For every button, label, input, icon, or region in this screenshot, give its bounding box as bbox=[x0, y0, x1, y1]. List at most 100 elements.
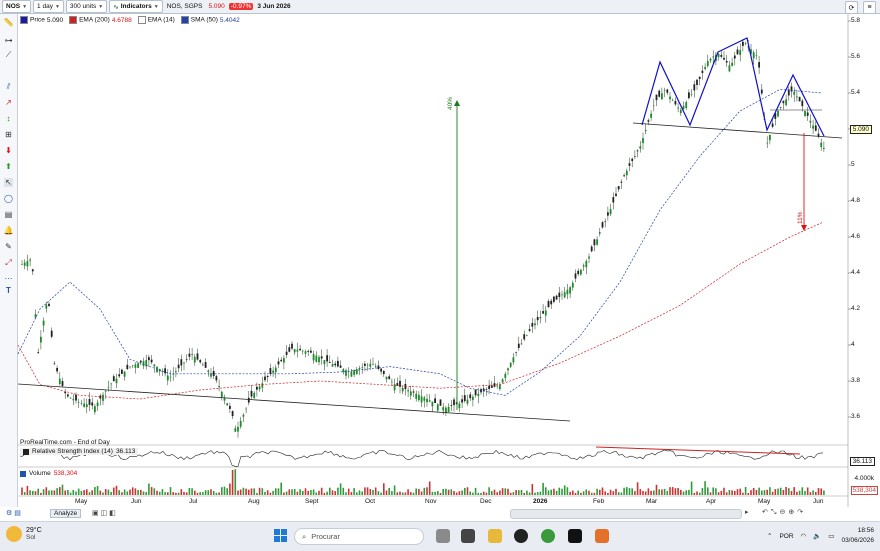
chevron-up-icon[interactable]: ⌃ bbox=[767, 532, 772, 540]
chart-app-icon[interactable] bbox=[595, 529, 609, 543]
x-tick-label: Aug bbox=[248, 498, 260, 505]
candle-body bbox=[369, 363, 372, 367]
pattern-zigzag[interactable] bbox=[641, 37, 825, 137]
volume-bar bbox=[80, 491, 83, 495]
legend-ema200[interactable]: EMA (200) 4.6788 bbox=[69, 16, 132, 24]
windows-start-icon[interactable] bbox=[274, 529, 287, 542]
rsi-swatch-icon bbox=[23, 448, 29, 455]
candle-body bbox=[409, 391, 412, 396]
candle-body bbox=[617, 186, 620, 190]
volume-bar bbox=[204, 490, 207, 495]
volume-bar bbox=[145, 492, 147, 495]
candle-body bbox=[601, 222, 604, 228]
volume-bar bbox=[364, 487, 366, 495]
rsi-divergence-line[interactable] bbox=[595, 446, 801, 455]
task-view-icon[interactable] bbox=[436, 529, 450, 543]
volume-bar bbox=[623, 487, 625, 495]
volume-bar bbox=[272, 490, 274, 495]
volume-bar bbox=[615, 488, 617, 495]
volume-bar bbox=[585, 489, 588, 495]
wifi-icon[interactable]: ◠ bbox=[801, 532, 807, 540]
x-tick-label: May bbox=[75, 498, 88, 505]
legend-sma50[interactable]: SMA (50) 5.4042 bbox=[180, 16, 240, 24]
volume-bar bbox=[223, 486, 226, 495]
file-explorer-icon[interactable] bbox=[488, 529, 502, 543]
candle-body bbox=[725, 60, 728, 63]
volume-bar bbox=[129, 489, 131, 495]
volume-bar bbox=[407, 489, 409, 495]
volume-bar bbox=[569, 491, 571, 495]
chrome-icon[interactable] bbox=[541, 529, 555, 543]
candle-body bbox=[237, 426, 239, 432]
y-tick-label: 5 bbox=[851, 161, 855, 168]
zoom-controls-icon[interactable]: ↶⤡⊖⊕↷ bbox=[762, 508, 806, 517]
volume-legend[interactable]: Volume 538,304 bbox=[20, 470, 77, 477]
chatgpt-icon[interactable] bbox=[514, 529, 528, 543]
volume-bar bbox=[493, 489, 496, 495]
volume-bar bbox=[56, 488, 58, 495]
candle-body bbox=[334, 363, 337, 366]
volume-bar bbox=[458, 491, 461, 495]
volume-bar bbox=[582, 491, 585, 495]
candle-body bbox=[563, 292, 566, 298]
volume-bar bbox=[342, 487, 345, 495]
horizontal-scrollbar[interactable] bbox=[510, 509, 742, 519]
speaker-icon[interactable]: 🔈 bbox=[813, 532, 821, 540]
candle-body bbox=[512, 357, 515, 363]
volume-bar bbox=[288, 489, 291, 495]
prorealtime-icon[interactable] bbox=[568, 529, 582, 543]
candle-body bbox=[75, 394, 77, 401]
volume-bar bbox=[113, 487, 115, 495]
volume-bar bbox=[339, 483, 342, 495]
volume-bar bbox=[723, 487, 725, 495]
volume-bar bbox=[693, 492, 696, 495]
candle-body bbox=[129, 366, 131, 368]
weather-widget[interactable]: 29°C Sol bbox=[6, 526, 42, 542]
y-tick-label: 4.2 bbox=[851, 305, 861, 312]
candle-body bbox=[623, 175, 625, 177]
volume-bar bbox=[48, 490, 50, 495]
volume-bar bbox=[104, 488, 107, 495]
volume-bar bbox=[485, 492, 488, 495]
volume-bar bbox=[466, 487, 469, 495]
volume-bar bbox=[674, 488, 677, 495]
camera-app-icon[interactable] bbox=[461, 529, 475, 543]
candle-body bbox=[218, 386, 220, 388]
volume-bar bbox=[677, 487, 679, 495]
legend-ema14[interactable]: EMA (14) bbox=[137, 16, 175, 24]
candle-body bbox=[593, 239, 596, 246]
language-indicator[interactable]: POR bbox=[779, 533, 793, 540]
price-chart[interactable] bbox=[0, 0, 880, 550]
analyze-button[interactable]: Analyze bbox=[50, 509, 82, 518]
settings-icon[interactable]: ⚙ ▤ bbox=[6, 509, 21, 517]
rise-percent-label: 40% bbox=[447, 96, 454, 110]
candle-body bbox=[717, 54, 720, 58]
volume-bar bbox=[482, 491, 485, 495]
volume-axis-tick: 4.000k bbox=[854, 475, 874, 482]
candle-body bbox=[806, 112, 809, 116]
candle-body bbox=[50, 330, 53, 337]
battery-icon[interactable]: ▭ bbox=[828, 532, 834, 540]
candle-body bbox=[99, 395, 102, 399]
candle-body bbox=[820, 142, 823, 148]
ema200-line bbox=[17, 222, 823, 400]
candle-body bbox=[561, 294, 563, 296]
volume-bar bbox=[150, 487, 153, 495]
candle-body bbox=[693, 84, 696, 91]
volume-bar bbox=[561, 488, 563, 495]
volume-bar bbox=[210, 489, 212, 495]
scroll-right-icon[interactable]: ▸ bbox=[745, 508, 749, 516]
clock[interactable]: 18:56 03/06/2026 bbox=[841, 526, 874, 546]
candle-body bbox=[242, 414, 245, 417]
candle-body bbox=[104, 390, 107, 392]
candle-body bbox=[331, 364, 334, 367]
legend-price[interactable]: Price 5.090 bbox=[20, 16, 63, 24]
volume-bar bbox=[347, 488, 350, 495]
volume-bar bbox=[680, 489, 682, 495]
rsi-legend[interactable]: Relative Strength Index (14) 36.113 bbox=[20, 448, 139, 455]
volume-bar bbox=[86, 489, 88, 495]
chart-nav-icons[interactable]: ▣ ◫ ◧ bbox=[92, 509, 116, 517]
candle-body bbox=[507, 368, 509, 371]
candle-body bbox=[312, 354, 315, 361]
taskbar-search[interactable]: ⌕ Procurar bbox=[294, 528, 424, 545]
